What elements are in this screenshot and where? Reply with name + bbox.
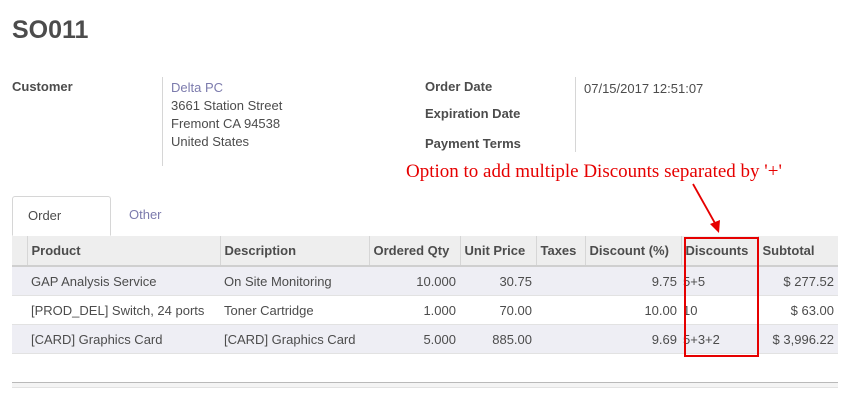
tab-other-information[interactable]: Other Information <box>114 196 209 260</box>
cell-discount-pct[interactable]: 9.69 <box>585 324 681 354</box>
row-selector <box>12 266 27 296</box>
cell-taxes[interactable] <box>536 324 585 354</box>
table-footer-bar <box>12 382 838 388</box>
cell-taxes[interactable] <box>536 295 585 325</box>
cell-ordered-qty[interactable]: 5.000 <box>369 324 460 354</box>
cell-subtotal: $ 3,996.22 <box>758 324 838 354</box>
tab-order-lines[interactable]: Order Lines <box>12 196 111 261</box>
cell-description[interactable]: On Site Monitoring <box>220 266 369 296</box>
cell-subtotal: $ 277.52 <box>758 266 838 296</box>
row-selector-header <box>12 236 27 267</box>
cell-product[interactable]: [CARD] Graphics Card <box>27 324 220 354</box>
cell-ordered-qty[interactable]: 10.000 <box>369 266 460 296</box>
cell-subtotal: $ 63.00 <box>758 295 838 325</box>
discounts-highlight-box <box>684 237 759 357</box>
cell-product[interactable]: GAP Analysis Service <box>27 266 220 296</box>
cell-unit-price[interactable]: 885.00 <box>460 324 536 354</box>
cell-discount-pct[interactable]: 10.00 <box>585 295 681 325</box>
column-header-ordered-qty[interactable]: Ordered Qty <box>368 236 460 267</box>
column-header-product[interactable]: Product <box>26 236 220 267</box>
cell-description[interactable]: Toner Cartridge <box>220 295 369 325</box>
cell-product[interactable]: [PROD_DEL] Switch, 24 ports <box>27 295 220 325</box>
cell-taxes[interactable] <box>536 266 585 296</box>
column-header-description[interactable]: Description <box>219 236 369 267</box>
cell-discount-pct[interactable]: 9.75 <box>585 266 681 296</box>
cell-unit-price[interactable]: 70.00 <box>460 295 536 325</box>
cell-description[interactable]: [CARD] Graphics Card <box>220 324 369 354</box>
column-header-discount-pct[interactable]: Discount (%) <box>584 236 681 267</box>
row-selector <box>12 324 27 354</box>
column-header-unit-price[interactable]: Unit Price <box>459 236 536 267</box>
row-selector <box>12 295 27 325</box>
cell-unit-price[interactable]: 30.75 <box>460 266 536 296</box>
column-header-taxes[interactable]: Taxes <box>535 236 585 267</box>
cell-ordered-qty[interactable]: 1.000 <box>369 295 460 325</box>
column-header-subtotal[interactable]: Subtotal <box>757 236 838 267</box>
